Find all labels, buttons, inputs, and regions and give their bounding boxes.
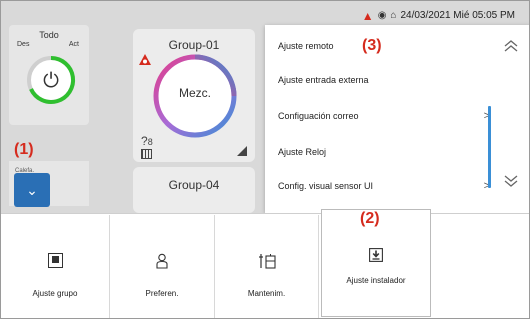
menu-item-config-visual-sensor[interactable]: Config. visual sensor UI > bbox=[278, 178, 508, 194]
warning-icon bbox=[139, 54, 151, 65]
status-datetime: 24/03/2021 Mié 05:05 PM bbox=[400, 10, 515, 21]
all-units-card[interactable]: Todo Des Act ⏻ bbox=[9, 25, 89, 125]
fan-speed-icon: ?8 bbox=[141, 134, 153, 148]
menu-item-label: Configuación correo bbox=[278, 111, 359, 121]
all-units-title: Todo bbox=[39, 30, 59, 40]
group-mode: Mezc. bbox=[178, 86, 211, 100]
user-icon bbox=[110, 253, 214, 273]
maintenance-icon: ⌂ bbox=[390, 10, 397, 21]
scrollbar[interactable] bbox=[488, 106, 491, 188]
menu-item-label: Ajuste entrada externa bbox=[278, 75, 369, 85]
off-label: Des bbox=[17, 41, 30, 48]
group-name: Group-01 bbox=[168, 38, 220, 52]
maintenance-button[interactable]: Mantenim. bbox=[215, 215, 319, 318]
button-label: Ajuste grupo bbox=[32, 289, 78, 298]
corner-indicator bbox=[237, 146, 247, 156]
button-label: Mantenim. bbox=[247, 289, 286, 298]
callout-3: (3) bbox=[362, 37, 382, 54]
preferences-button[interactable]: Preferen. bbox=[110, 215, 215, 318]
installer-icon bbox=[322, 248, 430, 268]
group-card[interactable]: Group-04 bbox=[133, 167, 255, 213]
group-card[interactable]: Group-01 Mezc. ?8 bbox=[133, 29, 255, 162]
bottom-toolbar: Ajuste grupo Preferen. Mantenim. Ajuste … bbox=[1, 209, 529, 318]
settings-dropdown: Ajuste remoto Ajuste entrada externa Con… bbox=[265, 25, 529, 213]
menu-item-label: Ajuste remoto bbox=[278, 41, 334, 51]
maintenance-icon bbox=[215, 253, 318, 273]
button-label: Ajuste instalador bbox=[346, 276, 406, 285]
alarm-icon[interactable]: ▲ bbox=[362, 10, 374, 22]
group-settings-button[interactable]: Ajuste grupo bbox=[1, 215, 110, 318]
menu-item-label: Config. visual sensor UI bbox=[278, 181, 374, 191]
menu-item-label: Ajuste Reloj bbox=[278, 147, 327, 157]
group-name: Group-04 bbox=[168, 178, 220, 192]
group-settings-icon bbox=[1, 253, 109, 273]
scroll-down-icon[interactable] bbox=[501, 173, 521, 189]
menu-item-configuracion-correo[interactable]: Configuación correo > bbox=[278, 108, 508, 124]
menu-toggle-button[interactable]: ⌄ bbox=[14, 173, 50, 207]
callout-1: (1) bbox=[14, 141, 34, 158]
on-label: Act bbox=[68, 41, 79, 48]
status-bar: ▲ ◉ ⌂ 24/03/2021 Mié 05:05 PM bbox=[362, 10, 515, 22]
menu-item-ajuste-remoto[interactable]: Ajuste remoto bbox=[278, 38, 508, 54]
callout-2: (2) bbox=[360, 210, 380, 227]
menu-item-ajuste-entrada-externa[interactable]: Ajuste entrada externa bbox=[278, 72, 508, 88]
power-icon[interactable]: ⏻ bbox=[37, 67, 65, 95]
menu-item-ajuste-reloj[interactable]: Ajuste Reloj bbox=[278, 144, 508, 160]
screen-frame: ▲ ◉ ⌂ 24/03/2021 Mié 05:05 PM Todo Des A… bbox=[0, 0, 530, 319]
chevron-down-icon: ⌄ bbox=[26, 182, 38, 198]
shield-icon: ◉ bbox=[377, 10, 387, 21]
scroll-up-icon[interactable] bbox=[501, 38, 521, 54]
button-label: Preferen. bbox=[145, 289, 179, 298]
louver-icon bbox=[141, 149, 152, 159]
